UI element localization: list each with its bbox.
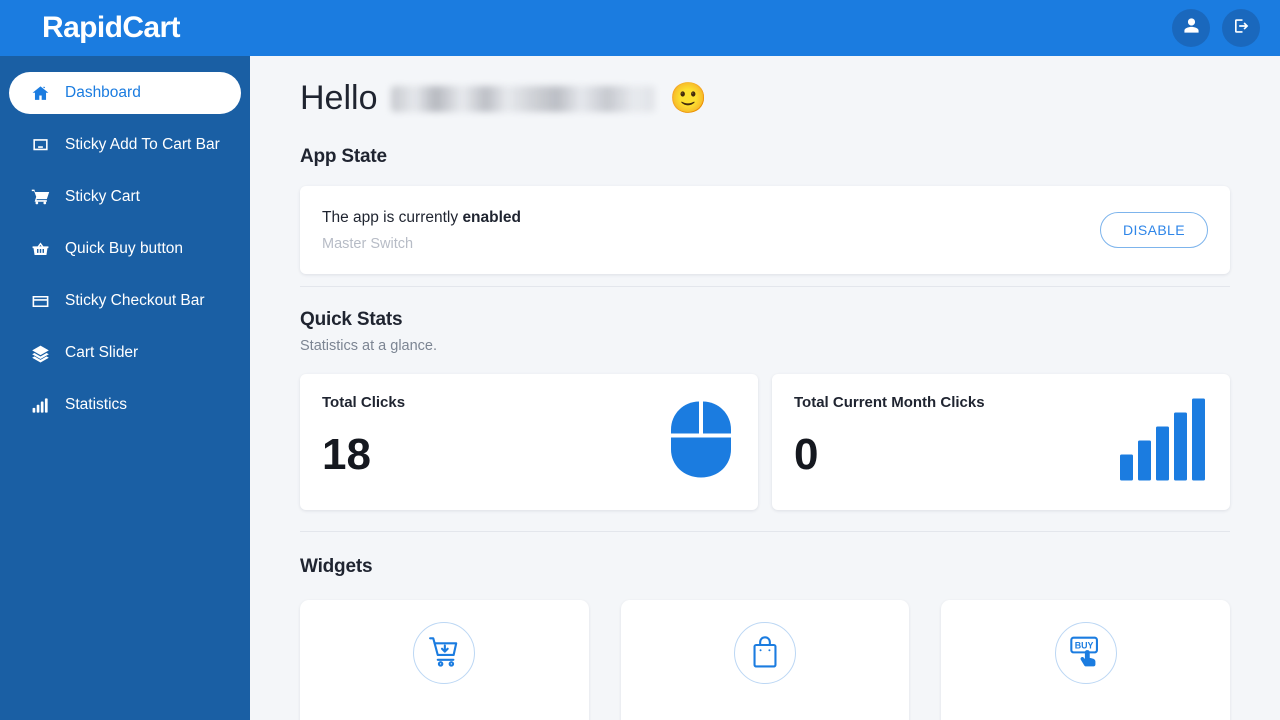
stat-card-total-clicks: Total Clicks 18 — [300, 374, 758, 511]
shopping-cart-icon — [30, 187, 50, 207]
logout-button[interactable] — [1222, 9, 1260, 47]
logout-icon — [1232, 17, 1250, 40]
widgets-row: BUY — [300, 600, 1231, 720]
app-state-subtitle: Master Switch — [322, 235, 414, 252]
sidebar-item-label: Statistics — [65, 396, 128, 413]
computer-mouse-icon — [668, 400, 734, 485]
widget-card-shopping-bag[interactable] — [620, 600, 910, 720]
bar-chart-icon — [1120, 398, 1206, 486]
app-state-section: App State The app is currently enabled M… — [300, 146, 1230, 275]
sidebar-item-label: Sticky Add To Cart Bar — [65, 136, 220, 153]
sidebar-item-quick-buy-button[interactable]: Quick Buy button — [9, 228, 241, 270]
app-state-text: The app is currently enabled Master Swit… — [322, 209, 521, 252]
app-state-heading: App State — [300, 146, 387, 168]
app-state-status-value: enabled — [462, 208, 522, 226]
quick-stats-subtitle: Statistics at a glance. — [300, 338, 438, 355]
widget-icon-frame — [734, 622, 796, 685]
layers-icon — [30, 343, 50, 363]
sidebar: Dashboard Sticky Add To Cart Bar Sticky … — [0, 56, 250, 720]
app-state-status: The app is currently enabled — [322, 209, 521, 227]
bar-chart-icon — [30, 395, 50, 415]
credit-card-icon — [30, 291, 50, 311]
stat-card-body: Total Current Month Clicks 0 — [794, 394, 985, 510]
user-icon — [1183, 17, 1200, 39]
smiley-emoji: 🙂 — [669, 81, 707, 115]
sidebar-item-label: Sticky Cart — [65, 188, 140, 205]
add-to-cart-icon — [427, 634, 461, 673]
sidebar-item-sticky-checkout-bar[interactable]: Sticky Checkout Bar — [9, 280, 241, 322]
widget-icon-frame — [413, 622, 476, 685]
stat-label: Total Current Month Clicks — [794, 394, 985, 412]
app-state-status-prefix: The app is currently — [322, 208, 463, 226]
greeting-name-redacted — [391, 85, 656, 112]
shopping-bag-icon — [750, 634, 780, 673]
brand-logo[interactable]: RapidCart — [42, 13, 181, 43]
sidebar-item-sticky-add-to-cart-bar[interactable]: Sticky Add To Cart Bar — [9, 124, 241, 166]
widget-icon-frame: BUY — [1054, 622, 1117, 685]
widget-card-buy-button[interactable]: BUY — [941, 600, 1231, 720]
widget-card-add-to-cart[interactable] — [300, 600, 589, 720]
sidebar-item-label: Quick Buy button — [65, 240, 184, 257]
sidebar-item-sticky-cart[interactable]: Sticky Cart — [9, 176, 241, 218]
disable-button[interactable]: DISABLE — [1100, 212, 1208, 249]
divider-quick-stats — [300, 531, 1230, 533]
sidebar-item-cart-slider[interactable]: Cart Slider — [9, 332, 241, 374]
home-icon — [30, 83, 50, 103]
quick-stats-section: Quick Stats Statistics at a glance. Tota… — [300, 309, 1230, 511]
sidebar-item-label: Dashboard — [65, 84, 141, 101]
sidebar-item-label: Sticky Checkout Bar — [65, 292, 205, 309]
quick-stats-row: Total Clicks 18 Total Current Month Clic… — [300, 374, 1230, 511]
topbar-actions — [1172, 9, 1260, 47]
basket-icon — [30, 239, 50, 259]
top-bar: RapidCart — [0, 0, 1280, 56]
app-state-card: The app is currently enabled Master Swit… — [300, 186, 1230, 275]
widgets-section: Widgets BUY — [300, 556, 1231, 720]
sidebar-item-statistics[interactable]: Statistics — [9, 384, 241, 426]
buy-button-icon: BUY — [1068, 634, 1104, 673]
window-icon — [30, 135, 50, 155]
stat-card-body: Total Clicks 18 — [322, 394, 405, 510]
main-content: Hello 🙂 App State The app is currently e… — [250, 56, 1280, 720]
divider-app-state — [300, 286, 1230, 288]
quick-stats-heading: Quick Stats — [300, 309, 403, 331]
greeting-hello: Hello — [300, 79, 378, 117]
sidebar-item-label: Cart Slider — [65, 344, 139, 361]
greeting: Hello 🙂 — [300, 79, 1230, 117]
widgets-heading: Widgets — [300, 556, 373, 578]
sidebar-item-dashboard[interactable]: Dashboard — [9, 72, 241, 114]
stat-label: Total Clicks — [322, 394, 406, 412]
stat-card-total-current-month-clicks: Total Current Month Clicks 0 — [772, 374, 1230, 511]
account-button[interactable] — [1172, 9, 1210, 47]
stat-value: 18 — [322, 430, 371, 480]
stat-value: 0 — [794, 430, 819, 480]
svg-text:BUY: BUY — [1074, 640, 1093, 650]
